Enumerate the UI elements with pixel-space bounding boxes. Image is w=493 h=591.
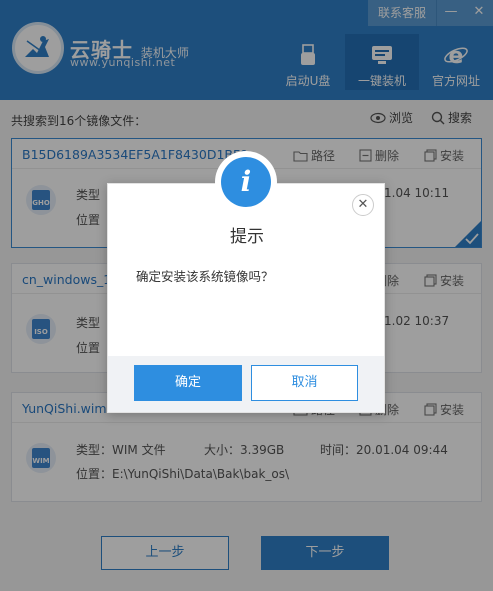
dialog-footer: 确定 取消 [108,356,384,412]
info-icon-glyph: i [221,157,271,207]
dialog-message: 确定安装该系统镜像吗？ [136,269,274,284]
info-icon: i [215,151,277,213]
confirm-button[interactable]: 确定 [134,365,242,401]
dialog-close-button[interactable]: ✕ [352,194,374,216]
dialog-title: 提示 [230,227,264,247]
cancel-button[interactable]: 取消 [251,365,358,401]
confirm-dialog: 提示 ✕ 确定安装该系统镜像吗？ 确定 取消 [107,183,385,413]
